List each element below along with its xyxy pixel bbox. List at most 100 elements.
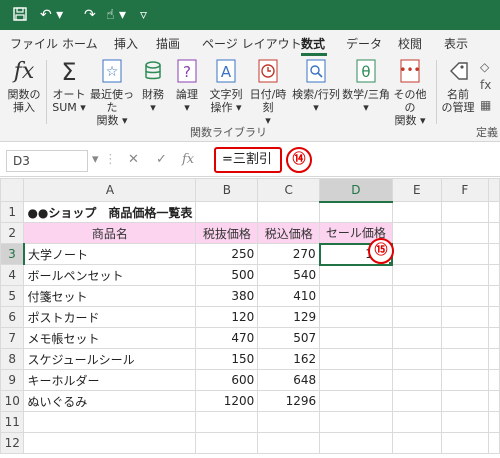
tab-insert[interactable]: 挿入 (114, 35, 138, 52)
cell[interactable] (319, 411, 393, 433)
touch-mode-icon[interactable]: ☝ ▾ (106, 6, 126, 24)
cell-b4[interactable]: 500 (195, 264, 259, 286)
row-header[interactable]: 5 (0, 285, 25, 307)
cell[interactable] (391, 264, 442, 286)
cell-c7[interactable]: 507 (257, 327, 321, 349)
cell[interactable] (487, 369, 500, 391)
cell[interactable] (195, 411, 259, 433)
cell[interactable] (391, 285, 442, 307)
name-box-dropdown-icon[interactable]: ▾ (92, 152, 99, 167)
row-header[interactable]: 11 (0, 411, 25, 433)
cell-a1[interactable]: ●●ショップ 商品価格一覧表 (23, 201, 197, 223)
cell-a4[interactable]: ボールペンセット (23, 264, 197, 286)
cell-c5[interactable]: 410 (257, 285, 321, 307)
cell[interactable] (391, 222, 442, 244)
cell[interactable] (440, 243, 489, 265)
cell[interactable] (487, 390, 500, 412)
row-header[interactable]: 8 (0, 348, 25, 370)
column-header-c[interactable]: C (257, 178, 321, 202)
cell[interactable] (487, 264, 500, 286)
cell-c6[interactable]: 129 (257, 306, 321, 328)
cell[interactable] (319, 264, 393, 286)
cell[interactable] (319, 285, 393, 307)
text-functions-button[interactable]: A 文字列 操作 ▾ (206, 58, 246, 114)
column-header-g[interactable] (487, 178, 500, 202)
cell-a10[interactable]: ぬいぐるみ (23, 390, 197, 412)
cell[interactable] (440, 348, 489, 370)
date-time-button[interactable]: 日付/時刻 ▾ (246, 58, 290, 127)
row-header[interactable]: 3 (0, 243, 25, 265)
cell[interactable] (487, 432, 500, 454)
cell[interactable] (440, 432, 489, 454)
cell-a5[interactable]: 付箋セット (23, 285, 197, 307)
undo-icon[interactable]: ↶ ▾ (40, 6, 63, 24)
cell[interactable] (319, 390, 393, 412)
tab-formulas[interactable]: 数式 (301, 35, 325, 52)
cell-c8[interactable]: 162 (257, 348, 321, 370)
cell[interactable] (440, 327, 489, 349)
cell[interactable] (195, 201, 259, 223)
financial-button[interactable]: 財務 ▾ (138, 58, 168, 114)
row-header[interactable]: 7 (0, 327, 25, 349)
tab-draw[interactable]: 描画 (156, 35, 180, 52)
cell[interactable] (391, 306, 442, 328)
cell[interactable] (23, 411, 197, 433)
cell[interactable] (257, 411, 321, 433)
cell-b3[interactable]: 250 (195, 243, 259, 265)
cell[interactable] (440, 411, 489, 433)
more-functions-button[interactable]: ••• その他の 関数 ▾ (390, 58, 430, 127)
cell[interactable] (391, 327, 442, 349)
cell[interactable] (487, 411, 500, 433)
cell[interactable] (319, 201, 393, 223)
cell-a7[interactable]: メモ帳セット (23, 327, 197, 349)
formula-input[interactable]: =三割引 (214, 147, 282, 173)
cell[interactable] (195, 432, 259, 454)
cell[interactable] (391, 348, 442, 370)
column-header-d[interactable]: D (319, 178, 393, 203)
cell-a2[interactable]: 商品名 (23, 222, 197, 244)
name-manager-button[interactable]: 名前 の管理 (440, 58, 476, 114)
autosum-button[interactable]: Σ オート SUM ▾ (50, 58, 88, 114)
cell[interactable] (487, 348, 500, 370)
row-header[interactable]: 6 (0, 306, 25, 328)
cell[interactable] (257, 201, 321, 223)
cell-b10[interactable]: 1200 (195, 390, 259, 412)
cell-a9[interactable]: キーホルダー (23, 369, 197, 391)
cell[interactable] (319, 306, 393, 328)
customize-quick-access-icon[interactable]: ▿ (140, 6, 147, 24)
redo-icon[interactable]: ↷ (84, 6, 96, 24)
cell-c10[interactable]: 1296 (257, 390, 321, 412)
cell-b6[interactable]: 120 (195, 306, 259, 328)
cell[interactable] (391, 411, 442, 433)
tab-data[interactable]: データ (346, 35, 382, 52)
cell[interactable] (440, 306, 489, 328)
cell[interactable] (391, 432, 442, 454)
cell[interactable] (440, 369, 489, 391)
cell[interactable] (319, 432, 393, 454)
cell-b5[interactable]: 380 (195, 285, 259, 307)
cell[interactable] (391, 243, 442, 265)
cell-a3[interactable]: 大学ノート (23, 243, 197, 265)
cell[interactable] (257, 432, 321, 454)
row-header[interactable]: 10 (0, 390, 25, 412)
row-header[interactable]: 2 (0, 222, 25, 244)
column-header-f[interactable]: F (440, 178, 489, 202)
tab-review[interactable]: 校閲 (398, 35, 422, 52)
cell[interactable] (487, 327, 500, 349)
tab-page-layout[interactable]: ページ レイアウト (202, 35, 302, 52)
row-header[interactable]: 12 (0, 432, 25, 454)
cell[interactable] (440, 264, 489, 286)
cell[interactable] (23, 432, 197, 454)
recently-used-button[interactable]: ☆ 最近使った 関数 ▾ (88, 58, 136, 127)
cell[interactable] (319, 348, 393, 370)
lookup-reference-button[interactable]: 検索/行列 ▾ (292, 58, 340, 114)
cancel-icon[interactable]: ✕ (128, 152, 139, 167)
math-trig-button[interactable]: θ 数学/三角 ▾ (342, 58, 390, 114)
cell-c3[interactable]: 270 (257, 243, 321, 265)
cell[interactable] (487, 285, 500, 307)
enter-icon[interactable]: ✓ (156, 152, 167, 167)
cell[interactable] (391, 390, 442, 412)
cell[interactable] (487, 201, 500, 223)
cell[interactable] (440, 390, 489, 412)
cell-b8[interactable]: 150 (195, 348, 259, 370)
